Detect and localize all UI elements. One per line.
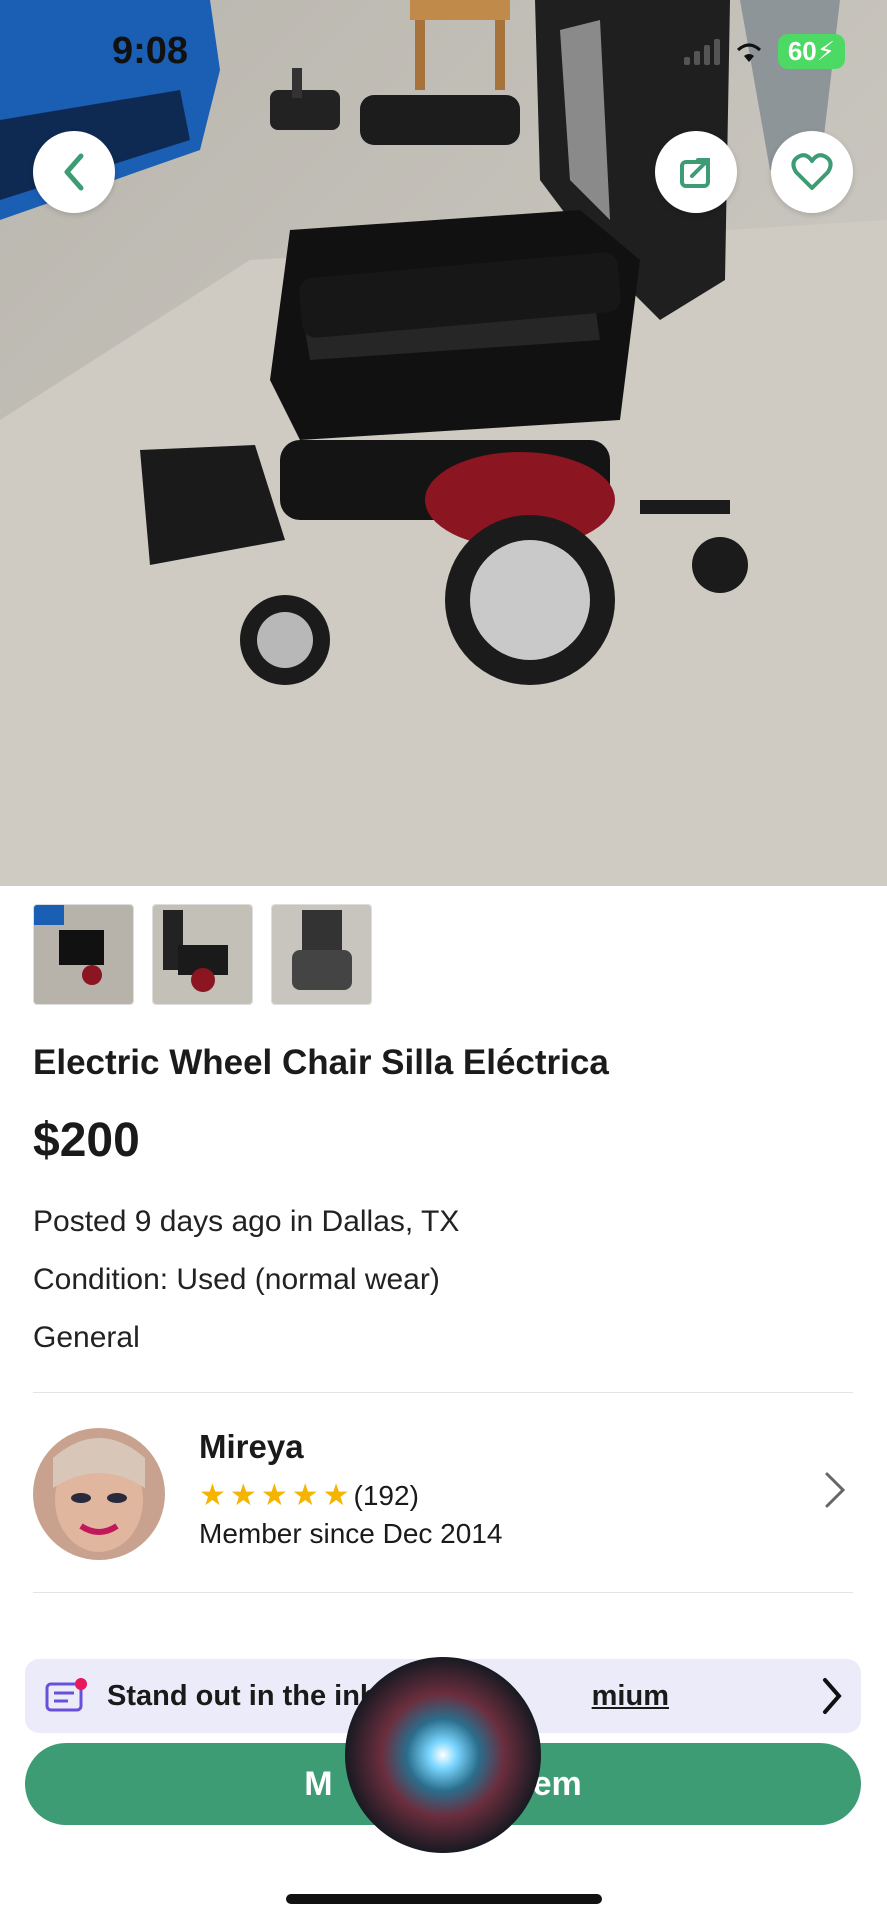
- chevron-right-icon: [825, 1472, 846, 1508]
- premium-link[interactable]: mium: [592, 1680, 669, 1712]
- seller-rating: ★ ★ ★ ★ ★ (192): [199, 1478, 419, 1513]
- cta-label-start: M: [304, 1764, 333, 1803]
- status-indicators: 60⚡: [683, 34, 845, 69]
- listing-price: $200: [33, 1114, 140, 1167]
- star-icon: ★: [199, 1479, 226, 1512]
- star-icon: ★: [291, 1479, 319, 1512]
- home-indicator[interactable]: [286, 1894, 602, 1904]
- avatar[interactable]: [33, 1428, 165, 1560]
- divider: [33, 1592, 853, 1593]
- heart-icon: [791, 153, 833, 190]
- rating-count: (192): [353, 1479, 419, 1511]
- message-icon: [45, 1678, 87, 1712]
- wifi-icon: [736, 43, 761, 62]
- back-button[interactable]: [33, 131, 115, 213]
- listing-title: Electric Wheel Chair Silla Eléctrica: [33, 1043, 609, 1082]
- photo-thumbnails: [33, 904, 372, 1005]
- thumbnail-1[interactable]: [33, 904, 134, 1005]
- siri-orb[interactable]: [345, 1657, 541, 1853]
- thumbnail-2[interactable]: [152, 904, 253, 1005]
- star-icon: ★: [229, 1479, 257, 1512]
- seller-name: Mireya: [199, 1428, 304, 1465]
- posted-info: Posted 9 days ago in Dallas, TX: [33, 1205, 460, 1238]
- share-button[interactable]: [655, 131, 737, 213]
- status-time: 9:08: [112, 30, 189, 72]
- favorite-button[interactable]: [771, 131, 853, 213]
- star-icon: ★: [322, 1479, 350, 1512]
- member-since: Member since Dec 2014: [199, 1518, 503, 1549]
- promo-text-start: Stand out in the inb: [107, 1679, 378, 1712]
- star-icon: ★: [260, 1479, 288, 1512]
- share-icon: [680, 158, 710, 188]
- divider: [33, 1392, 853, 1393]
- chevron-right-icon: [823, 1678, 842, 1714]
- condition-info: Condition: Used (normal wear): [33, 1263, 440, 1296]
- battery-indicator: 60⚡: [777, 34, 845, 69]
- listing-photo[interactable]: [0, 0, 887, 886]
- chevron-left-icon: [64, 153, 84, 191]
- category-info[interactable]: General: [33, 1321, 140, 1355]
- cta-label-end: em: [532, 1764, 582, 1803]
- cellular-signal-icon: [683, 38, 720, 65]
- thumbnail-3[interactable]: [271, 904, 372, 1005]
- battery-level: 60: [787, 36, 817, 66]
